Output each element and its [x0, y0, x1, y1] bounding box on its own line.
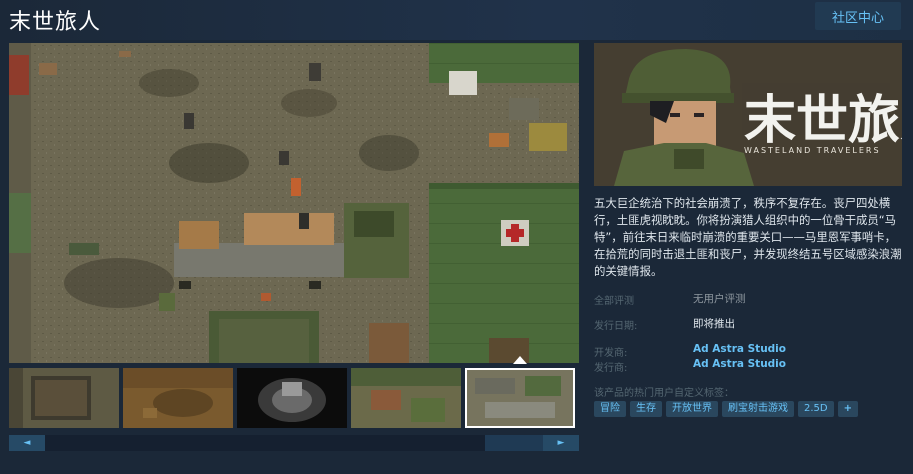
capsule-logo-icon: 末世旅人 [744, 91, 902, 151]
thumbnail-3[interactable] [237, 368, 347, 428]
thumbnail-strip [9, 366, 579, 432]
publisher-label: 发行商: [594, 363, 628, 374]
publisher-link[interactable]: Ad Astra Studio [693, 358, 786, 370]
tag-2-5d[interactable]: 2.5D [798, 401, 834, 417]
thumbnail-5[interactable] [465, 368, 575, 428]
reviews-label: 全部评测 [594, 296, 634, 307]
main-screenshot[interactable] [9, 43, 579, 363]
scroll-handle[interactable] [485, 435, 543, 451]
capsule-image: 末世旅人 WASTELAND TRAVELERS [594, 43, 902, 186]
tag-looter-shooter[interactable]: 刷宝射击游戏 [722, 401, 794, 417]
developer-label: 开发商: [594, 348, 628, 359]
top-bar: 末世旅人 社区中心 [0, 0, 913, 40]
thumbnail-1[interactable] [9, 368, 119, 428]
release-date-label: 发行日期: [594, 321, 638, 332]
release-date-value: 即将推出 [693, 318, 735, 330]
community-hub-button[interactable]: 社区中心 [815, 2, 901, 30]
reviews-value: 无用户评测 [693, 293, 746, 305]
thumbnail-4[interactable] [351, 368, 461, 428]
thumbnail-2[interactable] [123, 368, 233, 428]
tags-list: 冒险 生存 开放世界 刷宝射击游戏 2.5D + [594, 401, 858, 417]
tags-label: 该产品的热门用户自定义标签： [594, 388, 734, 399]
game-description: 五大巨企统治下的社会崩溃了，秩序不复存在。丧尸四处横行，土匪虎视眈眈。你将扮演猎… [594, 196, 902, 278]
game-title: 末世旅人 [9, 10, 102, 35]
tag-open-world[interactable]: 开放世界 [666, 401, 718, 417]
tag-adventure[interactable]: 冒险 [594, 401, 626, 417]
tag-survival[interactable]: 生存 [630, 401, 662, 417]
add-tag-button[interactable]: + [837, 401, 858, 417]
developer-link[interactable]: Ad Astra Studio [693, 343, 786, 355]
scroll-left-arrow-icon[interactable]: ◄ [9, 435, 45, 451]
capsule-subtitle: WASTELAND TRAVELERS [744, 146, 881, 155]
selected-thumbnail-indicator [513, 356, 527, 364]
thumbnail-scrollbar[interactable]: ◄ ► [9, 435, 579, 451]
scroll-right-arrow-icon[interactable]: ► [543, 435, 579, 451]
